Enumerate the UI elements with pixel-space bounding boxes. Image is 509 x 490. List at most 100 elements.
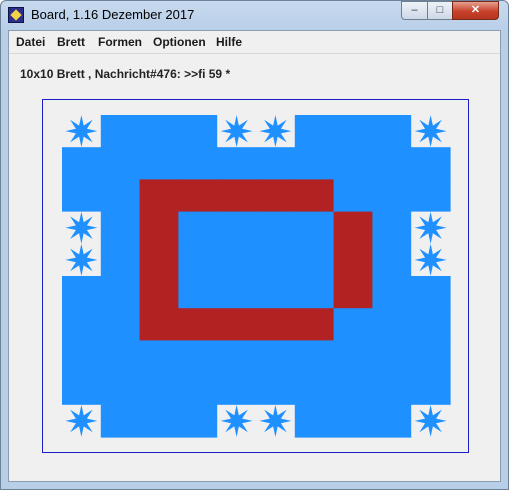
board-cell-red[interactable] — [178, 308, 218, 341]
board-cell-red[interactable] — [217, 308, 257, 341]
board-cell[interactable] — [217, 340, 257, 374]
menu-formen[interactable]: Formen — [98, 35, 142, 49]
board-cell[interactable] — [333, 115, 373, 148]
board-grid[interactable] — [43, 100, 468, 452]
star-icon — [220, 115, 253, 148]
board-cell[interactable] — [411, 340, 451, 374]
board-cell[interactable] — [62, 179, 102, 213]
board-cell[interactable] — [100, 308, 141, 341]
board-cell[interactable] — [333, 308, 373, 341]
close-button[interactable]: ✕ — [452, 1, 499, 20]
board-cell[interactable] — [256, 243, 296, 277]
board-cell[interactable] — [139, 147, 179, 180]
board-cell[interactable] — [62, 147, 102, 180]
board-cell[interactable] — [411, 147, 451, 180]
board-cell-red[interactable] — [333, 276, 373, 309]
board-cell[interactable] — [100, 340, 141, 374]
menu-hilfe[interactable]: Hilfe — [216, 35, 242, 49]
board-cell[interactable] — [372, 115, 412, 148]
minimize-button[interactable]: – — [401, 1, 428, 20]
board-cell[interactable] — [217, 243, 257, 277]
board-cell-red[interactable] — [217, 179, 257, 213]
board-cell[interactable] — [139, 372, 179, 406]
board-cell-red[interactable] — [139, 179, 179, 213]
board-cell[interactable] — [178, 340, 218, 374]
board-cell[interactable] — [372, 308, 412, 341]
board-cell[interactable] — [256, 340, 296, 374]
board-cell[interactable] — [178, 243, 218, 277]
board-cell[interactable] — [256, 276, 296, 309]
board-cell[interactable] — [294, 372, 335, 406]
board-cell[interactable] — [100, 115, 141, 148]
board-cell[interactable] — [372, 147, 412, 180]
board-cell-red[interactable] — [178, 179, 218, 213]
board-cell[interactable] — [100, 211, 141, 245]
board-cell-red[interactable] — [256, 179, 296, 213]
board-cell-red[interactable] — [294, 308, 335, 341]
menu-brett[interactable]: Brett — [57, 35, 85, 49]
board-cell[interactable] — [62, 340, 102, 374]
board-cell[interactable] — [411, 372, 451, 406]
board-cell[interactable] — [411, 308, 451, 341]
board-cell-red[interactable] — [294, 179, 335, 213]
title-bar[interactable]: Board, 1.16 Dezember 2017 – □ ✕ — [1, 1, 508, 30]
board-cell[interactable] — [411, 276, 451, 309]
board-cell[interactable] — [333, 179, 373, 213]
board-cell[interactable] — [333, 372, 373, 406]
board-cell[interactable] — [294, 340, 335, 374]
board-cell[interactable] — [178, 404, 218, 438]
board-cell[interactable] — [100, 372, 141, 406]
board-cell[interactable] — [256, 147, 296, 180]
board-cell-red[interactable] — [333, 211, 373, 245]
board-cell-red[interactable] — [256, 308, 296, 341]
board-cell[interactable] — [178, 276, 218, 309]
board-cell[interactable] — [411, 179, 451, 213]
board-cell[interactable] — [139, 115, 179, 148]
board-cell-red[interactable] — [333, 243, 373, 277]
board-cell-red[interactable] — [139, 276, 179, 309]
board-cell[interactable] — [100, 404, 141, 438]
board-cell[interactable] — [372, 276, 412, 309]
board-cell[interactable] — [217, 276, 257, 309]
board-cell[interactable] — [294, 211, 335, 245]
board-cell[interactable] — [294, 115, 335, 148]
board-cell-red[interactable] — [139, 243, 179, 277]
board-cell-red[interactable] — [139, 308, 179, 341]
board-cell[interactable] — [372, 404, 412, 438]
board-cell[interactable] — [217, 211, 257, 245]
board-cell[interactable] — [139, 340, 179, 374]
board-cell[interactable] — [178, 372, 218, 406]
board-cell[interactable] — [333, 147, 373, 180]
board-cell[interactable] — [256, 372, 296, 406]
board-cell[interactable] — [100, 179, 141, 213]
board-cell[interactable] — [294, 147, 335, 180]
board-cell[interactable] — [178, 211, 218, 245]
board-cell[interactable] — [372, 243, 412, 277]
app-icon[interactable] — [8, 7, 24, 23]
board-cell[interactable] — [62, 308, 102, 341]
board-cell[interactable] — [333, 404, 373, 438]
board-cell[interactable] — [217, 147, 257, 180]
board-cell[interactable] — [178, 147, 218, 180]
maximize-button[interactable]: □ — [427, 1, 453, 20]
menu-optionen[interactable]: Optionen — [153, 35, 206, 49]
board-cell[interactable] — [294, 243, 335, 277]
board-cell[interactable] — [139, 404, 179, 438]
board-cell[interactable] — [100, 243, 141, 277]
board-cell-red[interactable] — [139, 211, 179, 245]
board-cell[interactable] — [178, 115, 218, 148]
board-cell[interactable] — [256, 211, 296, 245]
menu-datei[interactable]: Datei — [16, 35, 45, 49]
board-cell[interactable] — [372, 372, 412, 406]
board-cell[interactable] — [62, 276, 102, 309]
board-cell[interactable] — [372, 179, 412, 213]
board-cell[interactable] — [333, 340, 373, 374]
board-cell[interactable] — [372, 340, 412, 374]
board-cell[interactable] — [100, 276, 141, 309]
board-cell[interactable] — [100, 147, 141, 180]
board-cell[interactable] — [62, 372, 102, 406]
board-cell[interactable] — [372, 211, 412, 245]
board-cell[interactable] — [217, 372, 257, 406]
board-cell[interactable] — [294, 276, 335, 309]
board-cell[interactable] — [294, 404, 335, 438]
